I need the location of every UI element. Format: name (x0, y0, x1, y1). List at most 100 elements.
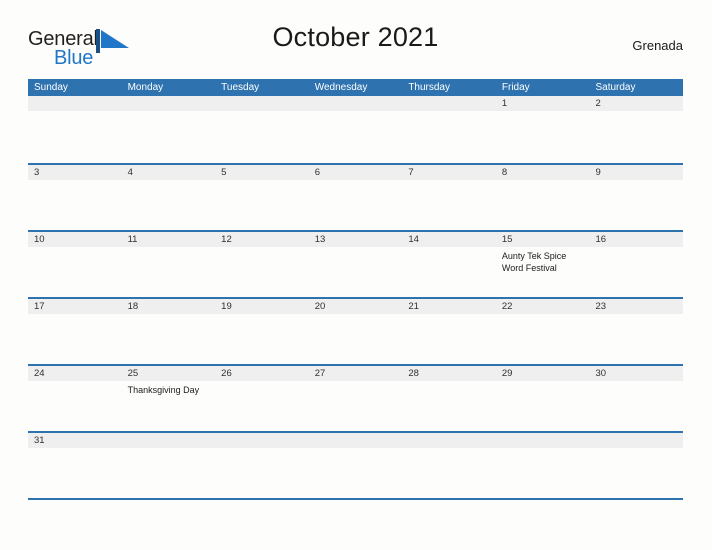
day-number: 4 (121, 165, 216, 180)
day-number (402, 96, 496, 111)
week-cells: 10 11 12 13 14 15 Aunty Tek Spice Word Festival… (28, 232, 684, 297)
calendar-day-cell[interactable]: 3 (28, 165, 122, 230)
day-number: 22 (495, 299, 590, 314)
weekday-header-wednesday: Wednesday (314, 82, 368, 93)
calendar-day-cell[interactable]: 8 (495, 165, 590, 230)
calendar-day-cell[interactable]: 24 (28, 366, 122, 431)
calendar-day-cell[interactable]: 4 (121, 165, 216, 230)
calendar-day-empty (402, 96, 496, 163)
calendar-page: General Blue October 2021 Grenada Sunday… (0, 0, 712, 550)
calendar-day-cell[interactable]: 23 (589, 299, 684, 364)
calendar-day-empty (589, 433, 684, 498)
calendar-day-cell[interactable]: 13 (308, 232, 403, 297)
day-number: 26 (215, 366, 309, 381)
calendar-day-cell[interactable]: 10 (28, 232, 122, 297)
day-number: 28 (402, 366, 496, 381)
calendar-day-cell[interactable]: 26 (215, 366, 309, 431)
day-number: 14 (402, 232, 496, 247)
week-cells: 3456789 (28, 165, 684, 230)
calendar-day-cell[interactable]: 9 (589, 165, 684, 230)
page-title: October 2021 (272, 22, 439, 52)
week-cells: 12 (28, 96, 684, 163)
calendar-day-empty (402, 433, 496, 498)
calendar-day-empty (495, 433, 590, 498)
calendar-day-cell[interactable]: 27 (308, 366, 403, 431)
calendar-day-cell[interactable]: 28 (402, 366, 496, 431)
event-label: Aunty Tek Spice (501, 251, 567, 261)
calendar-day-cell[interactable]: 29 (495, 366, 590, 431)
calendar-week-row: 24 25 Thanksgiving Day 26 27 28 29 30 (28, 364, 684, 431)
calendar-weeks: 1 2 3 4 5 6 7 8 9 10 11 12 13 14 15 Aunty Tek Spice Word… (28, 96, 684, 498)
calendar-week-row: 10 11 12 13 14 15 Aunty Tek Spice Word Festival… (28, 230, 684, 297)
day-number: 17 (28, 299, 122, 314)
day-number: 15 (495, 232, 590, 247)
day-number: 12 (215, 232, 309, 247)
calendar-day-cell[interactable]: 6 (308, 165, 403, 230)
weekday-header-saturday: Saturday (595, 82, 636, 93)
calendar-day-cell[interactable]: 11 (121, 232, 216, 297)
day-number: 18 (121, 299, 216, 314)
calendar-grid: Sunday Monday Tuesday Wednesday Thursday Frid… (28, 79, 684, 500)
calendar-day-empty (215, 96, 309, 163)
calendar-day-cell[interactable]: 5 (215, 165, 309, 230)
day-events: Thanksgiving Day (122, 381, 216, 397)
calendar-day-cell[interactable]: 14 (402, 232, 496, 297)
day-number: 27 (308, 366, 403, 381)
calendar-week-row: 31 (28, 431, 684, 498)
calendar-day-cell[interactable]: 31 (28, 433, 122, 498)
day-number (121, 96, 216, 111)
calendar-day-cell[interactable]: 22 (495, 299, 590, 364)
calendar-day-cell[interactable]: 30 (589, 366, 684, 431)
calendar-day-cell[interactable]: 12 (215, 232, 309, 297)
day-number: 23 (589, 299, 684, 314)
calendar-day-cell[interactable]: 2 (589, 96, 684, 163)
day-number (215, 96, 309, 111)
day-events: Aunty Tek Spice Word Festival (496, 247, 590, 274)
location-label: Grenada (632, 38, 683, 53)
calendar-day-empty (308, 96, 403, 163)
calendar-week-row: 12 (28, 96, 684, 163)
day-number: 25 (121, 366, 216, 381)
day-number: 8 (495, 165, 590, 180)
week-cells: 24 25 Thanksgiving Day 26 27 28 29 30 (28, 366, 684, 431)
calendar-day-cell[interactable]: 21 (402, 299, 496, 364)
calendar-day-cell[interactable]: 1 (495, 96, 590, 163)
weekday-header-tuesday: Tuesday (221, 82, 260, 93)
day-number: 3 (28, 165, 122, 180)
event-label: Word Festival (501, 262, 557, 273)
calendar-week-row: 17 18 19 20 21 22 23 (28, 297, 684, 364)
day-number: 7 (402, 165, 496, 180)
calendar-day-cell[interactable]: 25 Thanksgiving Day (121, 366, 216, 431)
day-number: 16 (589, 232, 684, 247)
day-number: 13 (308, 232, 403, 247)
calendar-day-empty (121, 96, 216, 163)
calendar-bottom-rule (28, 498, 683, 500)
weekday-header-row: Sunday Monday Tuesday Wednesday Thursday Frid… (28, 79, 683, 96)
calendar-day-cell[interactable]: 17 (28, 299, 122, 364)
calendar-day-cell[interactable]: 19 (215, 299, 309, 364)
day-number: 10 (28, 232, 122, 247)
calendar-day-cell[interactable]: 7 (402, 165, 496, 230)
calendar-day-cell[interactable]: 20 (308, 299, 403, 364)
weekday-header-thursday: Thursday (408, 82, 450, 93)
day-number: 29 (495, 366, 590, 381)
calendar-day-cell[interactable]: 18 (121, 299, 216, 364)
day-number: 9 (589, 165, 684, 180)
day-number (402, 433, 496, 448)
calendar-day-cell[interactable]: 15 Aunty Tek Spice Word Festival (495, 232, 590, 297)
weekday-header-sunday: Sunday (34, 82, 68, 93)
day-number: 24 (28, 366, 122, 381)
calendar-day-cell[interactable]: 16 (589, 232, 684, 297)
week-cells: 17 18 19 20 21 22 23 (28, 299, 684, 364)
day-number: 5 (215, 165, 309, 180)
calendar-day-empty (28, 96, 122, 163)
day-number: 6 (308, 165, 403, 180)
day-number (215, 433, 309, 448)
day-number: 31 (28, 433, 122, 448)
day-number: 19 (215, 299, 309, 314)
day-number: 21 (402, 299, 496, 314)
day-number (28, 96, 122, 111)
calendar-day-empty (215, 433, 309, 498)
day-number: 30 (589, 366, 684, 381)
page-header: General Blue October 2021 Grenada (28, 22, 683, 72)
